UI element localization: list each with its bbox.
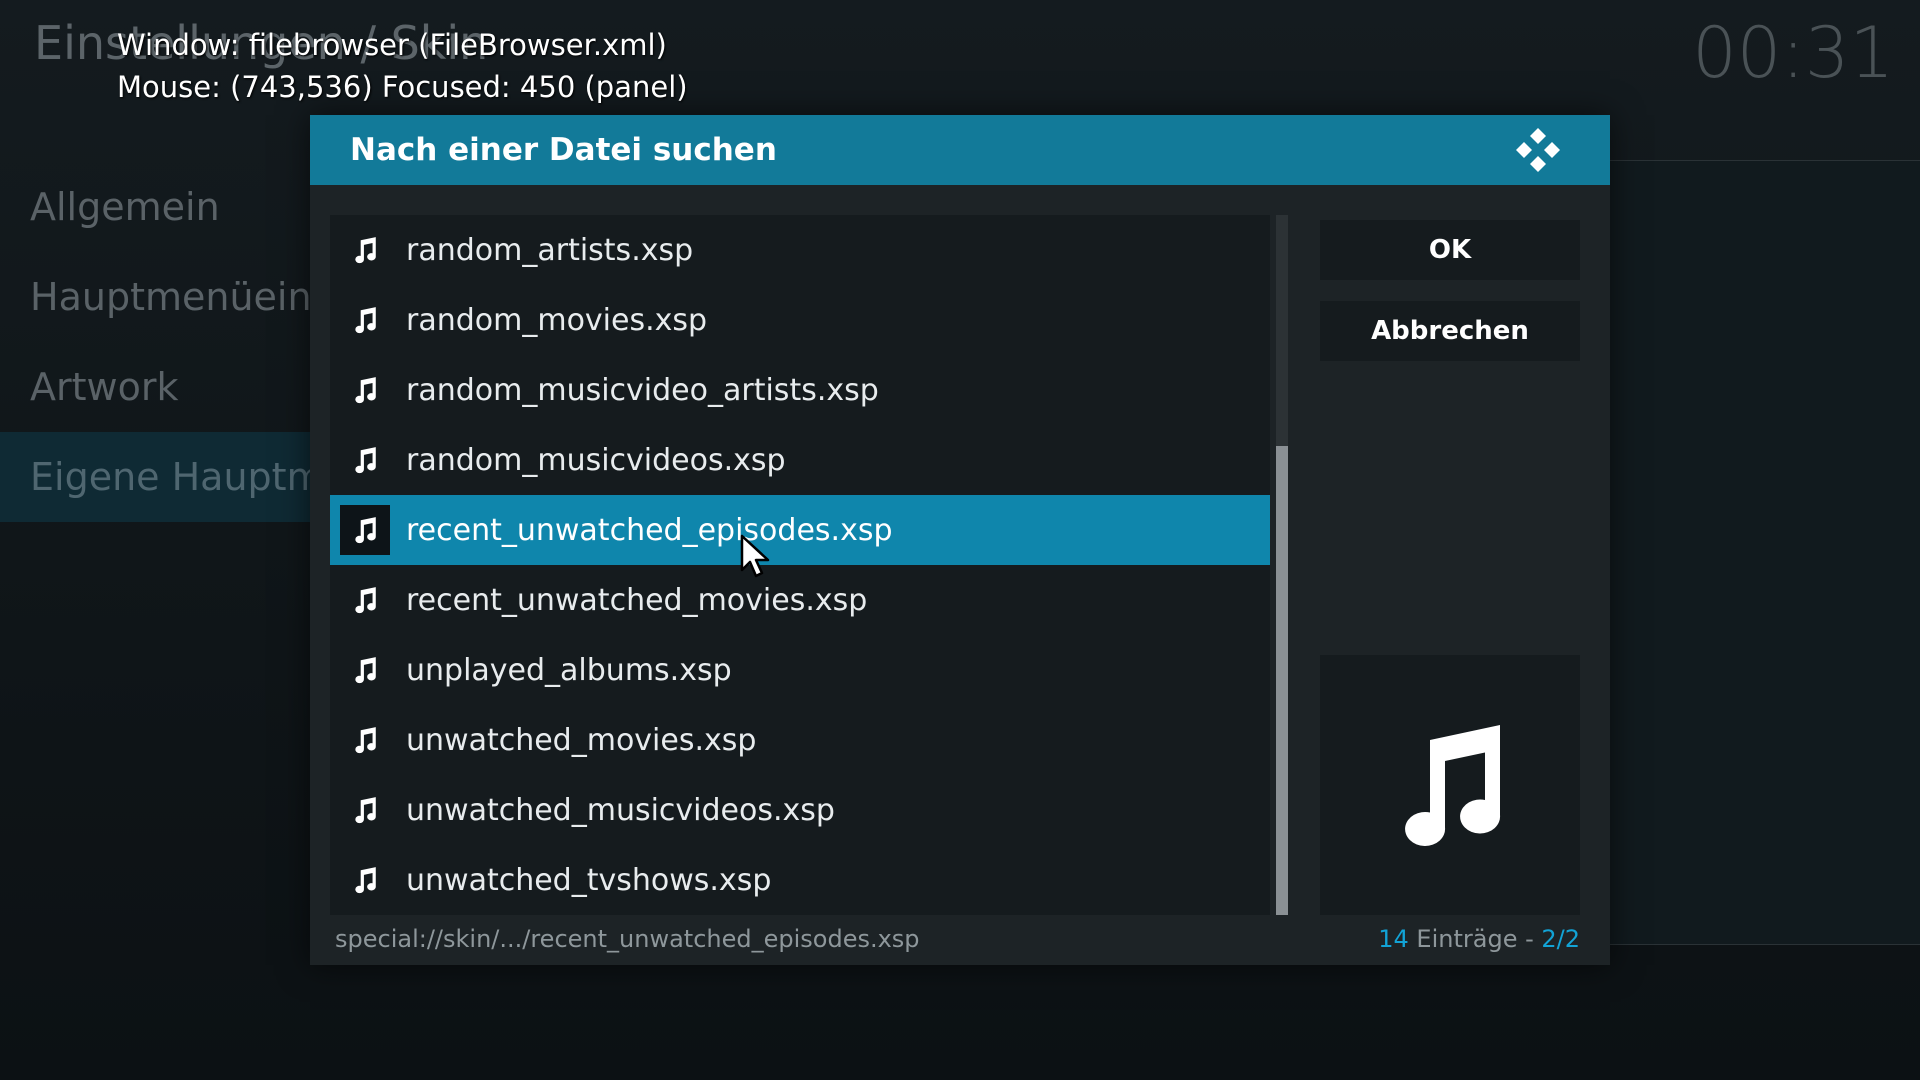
- selected-file-path: special://skin/.../recent_unwatched_epis…: [335, 925, 920, 953]
- scrollbar-thumb[interactable]: [1276, 446, 1288, 915]
- screen: Einstellungen / Skin 00:31 Allgemein Hau…: [0, 0, 1920, 1080]
- file-name: random_artists.xsp: [406, 232, 694, 268]
- item-count-number: 14: [1378, 925, 1409, 953]
- page-indicator: 2/2: [1541, 925, 1580, 953]
- file-name: unwatched_movies.xsp: [406, 722, 757, 758]
- file-list-item[interactable]: recent_unwatched_movies.xsp: [330, 565, 1270, 635]
- music-note-icon: [1405, 725, 1501, 846]
- music-note-icon: [340, 645, 390, 695]
- file-list[interactable]: random_artists.xsp random_movies.xsprando…: [330, 215, 1270, 915]
- music-note-icon: [340, 785, 390, 835]
- cancel-button[interactable]: Abbrechen: [1320, 301, 1580, 361]
- music-note-icon: [340, 575, 390, 625]
- clock: 00:31: [1692, 12, 1894, 94]
- file-name: random_musicvideos.xsp: [406, 442, 786, 478]
- debug-mouse-info: Mouse: (743,536) Focused: 450 (panel): [117, 70, 688, 104]
- background-menu-item-artwork[interactable]: Artwork: [0, 342, 310, 432]
- item-count-label: Einträge -: [1408, 925, 1542, 953]
- mouse-cursor-icon: [740, 534, 770, 578]
- file-name: recent_unwatched_movies.xsp: [406, 582, 868, 618]
- background-settings-menu: Allgemein Hauptmenüeinträge Artwork Eige…: [0, 162, 310, 522]
- music-note-icon: [340, 435, 390, 485]
- background-settings-panel: [1610, 161, 1920, 944]
- file-browser-dialog: Nach einer Datei suchen random_artists.x…: [310, 115, 1610, 965]
- music-note-icon: [340, 715, 390, 765]
- file-list-item[interactable]: random_musicvideo_artists.xsp: [330, 355, 1270, 425]
- background-divider-top: [1610, 160, 1920, 161]
- item-count: 14 Einträge - 2/2: [1378, 925, 1580, 953]
- preview-thumbnail: [1320, 655, 1580, 915]
- music-note-icon: [340, 225, 390, 275]
- file-list-item[interactable]: unwatched_tvshows.xsp: [330, 845, 1270, 915]
- file-list-scrollbar[interactable]: [1276, 215, 1288, 915]
- file-name: unplayed_albums.xsp: [406, 652, 732, 688]
- kodi-logo-icon: [1516, 128, 1560, 172]
- file-list-item[interactable]: recent_unwatched_episodes.xsp: [330, 495, 1270, 565]
- music-note-icon: [340, 365, 390, 415]
- file-name: unwatched_tvshows.xsp: [406, 862, 772, 898]
- debug-window-info: Window: filebrowser (FileBrowser.xml): [117, 28, 667, 62]
- file-list-item[interactable]: random_movies.xsp: [330, 285, 1270, 355]
- dialog-header: Nach einer Datei suchen: [310, 115, 1610, 185]
- file-list-item[interactable]: random_artists.xsp: [330, 215, 1270, 285]
- file-name: random_movies.xsp: [406, 302, 708, 338]
- file-list-item[interactable]: random_musicvideos.xsp: [330, 425, 1270, 495]
- debug-overlay: Window: filebrowser (FileBrowser.xml) Mo…: [117, 24, 688, 108]
- file-name: random_musicvideo_artists.xsp: [406, 372, 879, 408]
- background-menu-item-eigene-hauptmenueeintraege[interactable]: Eigene Hauptmenüeinträge: [0, 432, 310, 522]
- background-divider-bottom: [1610, 944, 1920, 945]
- file-list-item[interactable]: unwatched_movies.xsp: [330, 705, 1270, 775]
- music-note-icon: [340, 295, 390, 345]
- music-note-icon: [340, 855, 390, 905]
- file-list-item[interactable]: unplayed_albums.xsp: [330, 635, 1270, 705]
- background-menu-item-allgemein[interactable]: Allgemein: [0, 162, 310, 252]
- ok-button[interactable]: OK: [1320, 220, 1580, 280]
- file-name: unwatched_musicvideos.xsp: [406, 792, 835, 828]
- background-menu-item-hauptmenueeintraege[interactable]: Hauptmenüeinträge: [0, 252, 310, 342]
- file-list-item[interactable]: unwatched_musicvideos.xsp: [330, 775, 1270, 845]
- music-note-icon: [340, 505, 390, 555]
- dialog-title: Nach einer Datei suchen: [350, 132, 777, 168]
- file-name: recent_unwatched_episodes.xsp: [406, 512, 893, 548]
